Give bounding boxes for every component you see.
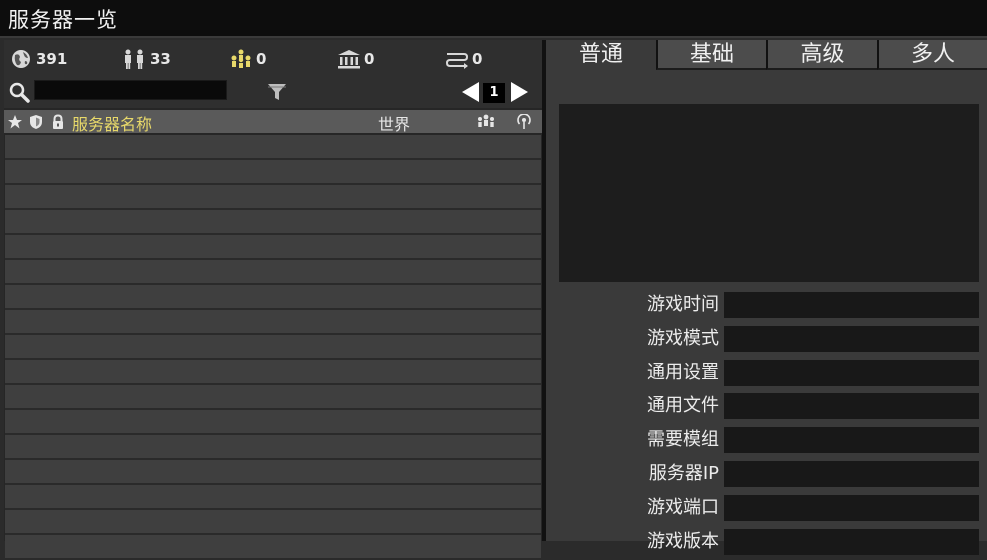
info-value: [724, 393, 979, 420]
info-label: 通用文件: [647, 395, 719, 417]
info-value: [724, 528, 979, 555]
page-number: 1: [483, 83, 505, 103]
server-list-panel: 391 33 0 0 0 1 服务器名称 世界: [4, 40, 542, 560]
info-label: 游戏端口: [647, 496, 719, 518]
info-value: [724, 325, 979, 352]
tab-basic[interactable]: 基础: [656, 40, 766, 70]
stat-links: 0: [444, 48, 482, 70]
stat-buildings: 0: [336, 48, 374, 70]
tab-general[interactable]: 普通: [546, 40, 656, 70]
server-row[interactable]: [5, 385, 541, 410]
server-preview-image: [559, 104, 979, 282]
server-row[interactable]: [5, 160, 541, 185]
info-row: 游戏模式: [546, 325, 987, 352]
info-row: 游戏时间: [546, 292, 987, 318]
server-row[interactable]: [5, 235, 541, 260]
info-row: 游戏版本: [546, 528, 987, 555]
server-details-panel: 普通 基础 高级 多人 游戏时间游戏模式通用设置通用文件需要模组服务器IP 游戏端…: [546, 40, 987, 555]
info-label: 需要模组: [647, 429, 719, 451]
server-list-header: 服务器名称 世界: [4, 110, 542, 135]
info-value: [724, 359, 979, 386]
favorite-star-icon[interactable]: [7, 114, 23, 130]
stat-worlds: 391: [10, 48, 67, 70]
column-world[interactable]: 世界: [378, 111, 410, 135]
stats-bar: 391 33 0 0 0: [4, 40, 542, 76]
players-icon: [125, 49, 143, 69]
search-row: 1: [4, 76, 542, 108]
server-row[interactable]: [5, 260, 541, 285]
stat-groups-value: 0: [256, 50, 267, 68]
column-server-name[interactable]: 服务器名称: [72, 111, 152, 135]
tab-multiplayer[interactable]: 多人: [877, 40, 987, 70]
info-row: 通用文件: [546, 393, 987, 420]
server-row[interactable]: [5, 435, 541, 460]
stat-worlds-value: 391: [36, 50, 68, 68]
info-value: [724, 427, 979, 454]
group-icon: [231, 49, 251, 68]
server-row[interactable]: [5, 360, 541, 385]
server-list: [4, 135, 542, 560]
details-tabs: 普通 基础 高级 多人: [546, 40, 987, 70]
title-bar: 服务器一览: [0, 0, 987, 38]
info-row: 需要模组: [546, 427, 987, 454]
info-label: 游戏时间: [647, 294, 719, 315]
server-row[interactable]: [5, 535, 541, 560]
stat-links-value: 0: [472, 50, 483, 68]
swap-icon: [445, 53, 469, 69]
server-row[interactable]: [5, 485, 541, 510]
info-label: 游戏版本: [647, 530, 719, 552]
search-icon[interactable]: [9, 82, 31, 104]
info-value: [724, 494, 979, 521]
info-label: 服务器IP: [648, 463, 719, 484]
info-row: 通用设置: [546, 359, 987, 386]
server-row[interactable]: [5, 310, 541, 335]
lock-icon[interactable]: [50, 114, 66, 130]
players-column-icon[interactable]: [476, 114, 496, 130]
info-row: 游戏端口: [546, 494, 987, 521]
globe-icon: [12, 50, 30, 68]
shield-icon[interactable]: [28, 114, 44, 130]
server-row[interactable]: [5, 285, 541, 310]
server-row[interactable]: [5, 210, 541, 235]
info-label: 通用设置: [647, 361, 719, 383]
info-label: 游戏模式: [647, 327, 719, 349]
server-row[interactable]: [5, 135, 541, 160]
stat-players-value: 33: [150, 50, 171, 68]
stat-groups: 0: [228, 48, 266, 70]
window-title: 服务器一览: [8, 8, 118, 32]
filter-icon[interactable]: [266, 82, 288, 102]
server-row[interactable]: [5, 460, 541, 485]
server-row[interactable]: [5, 185, 541, 210]
stat-players: 33: [122, 48, 171, 70]
tab-advanced[interactable]: 高级: [766, 40, 877, 70]
info-row: 服务器IP: [546, 461, 987, 487]
server-row[interactable]: [5, 510, 541, 535]
search-input[interactable]: [34, 80, 227, 100]
page-next-button[interactable]: [510, 81, 530, 103]
stat-buildings-value: 0: [364, 50, 375, 68]
building-icon: [338, 50, 360, 69]
info-value: [724, 461, 979, 487]
server-row[interactable]: [5, 335, 541, 360]
info-value: [724, 292, 979, 318]
page-prev-button[interactable]: [460, 81, 480, 103]
server-row[interactable]: [5, 410, 541, 435]
ping-icon[interactable]: [514, 114, 534, 130]
